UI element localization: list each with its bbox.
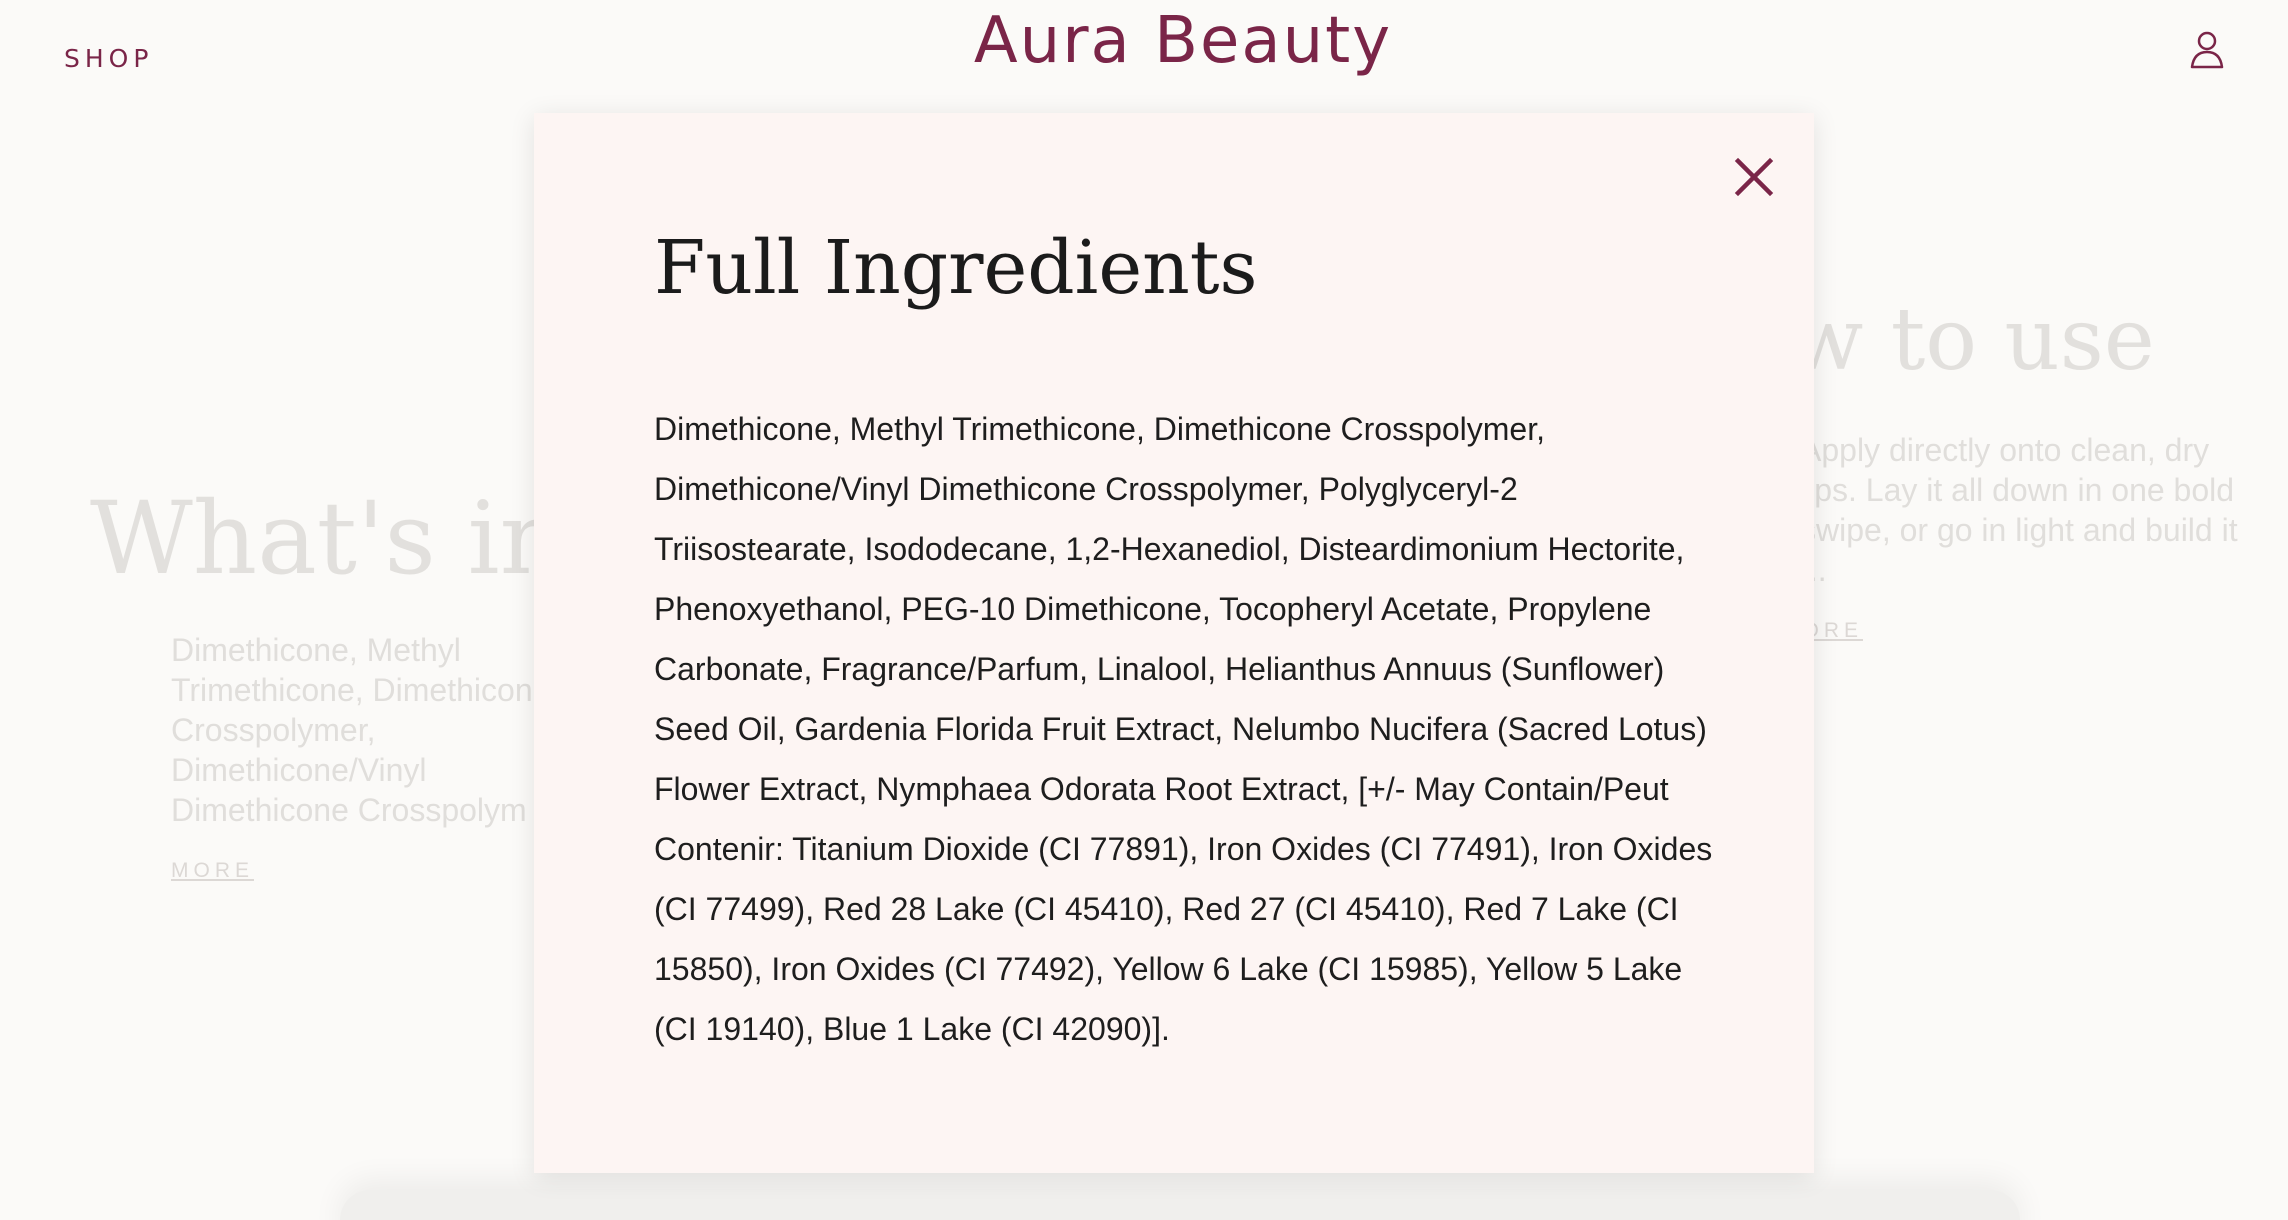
whats-in-it-text: Dimethicone, Methyl Trimethicone, Dimeth… (171, 632, 551, 828)
brand-logo[interactable]: Aura Beauty (0, 4, 2288, 78)
bottom-panel-edge (340, 1190, 2020, 1220)
how-to-use-text: Apply directly onto clean, dry lips. Lay… (1800, 432, 2238, 588)
whats-in-it-more-link[interactable]: MORE (171, 859, 254, 883)
close-icon[interactable] (1730, 153, 1778, 201)
page: SHOP Aura Beauty What's in i Dimethicone… (0, 0, 2288, 1220)
ingredients-modal: Full Ingredients Dimethicone, Methyl Tri… (534, 113, 1814, 1173)
ingredients-list: Dimethicone, Methyl Trimethicone, Dimeth… (654, 411, 1713, 1047)
modal-title: Full Ingredients (654, 225, 1258, 311)
user-icon[interactable] (2190, 30, 2224, 70)
